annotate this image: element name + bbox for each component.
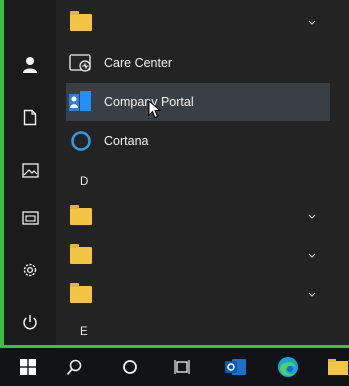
app-care-center[interactable]: Care Center <box>66 44 330 82</box>
folder-icon <box>68 203 94 229</box>
app-list: Care Center Company Portal Cortana D E <box>56 0 349 345</box>
file-explorer-taskbar-button[interactable] <box>316 348 349 386</box>
settings-button[interactable] <box>4 250 56 290</box>
edge-icon <box>278 357 298 377</box>
chevron-down-icon <box>308 197 316 235</box>
file-explorer-icon <box>328 359 348 375</box>
app-folder-row[interactable] <box>66 3 330 41</box>
task-view-button[interactable] <box>160 348 204 386</box>
cortana-circle-icon <box>123 360 137 374</box>
group-letter-d[interactable]: D <box>80 176 88 188</box>
taskbar <box>0 348 349 386</box>
file-explorer-button[interactable] <box>4 197 56 237</box>
user-icon <box>23 57 37 73</box>
cortana-label: Cortana <box>104 134 149 148</box>
app-folder-row[interactable] <box>66 275 330 313</box>
file-explorer-icon <box>21 210 39 225</box>
power-icon <box>23 314 37 329</box>
cortana-icon <box>68 128 94 154</box>
company-portal-icon <box>68 89 94 115</box>
start-menu: Care Center Company Portal Cortana D E <box>0 0 349 345</box>
mouse-cursor-icon <box>148 100 161 119</box>
start-rail <box>4 0 56 345</box>
app-cortana[interactable]: Cortana <box>66 122 330 160</box>
cortana-button[interactable] <box>108 348 152 386</box>
search-button[interactable] <box>52 348 96 386</box>
chevron-down-icon <box>308 236 316 274</box>
start-button[interactable] <box>6 348 50 386</box>
edge-taskbar-button[interactable] <box>266 348 310 386</box>
settings-icon <box>23 263 37 277</box>
folder-icon <box>68 9 94 35</box>
pictures-button[interactable] <box>4 150 56 190</box>
user-account-button[interactable] <box>4 45 56 85</box>
pictures-icon <box>21 162 39 178</box>
app-company-portal[interactable]: Company Portal <box>66 83 330 121</box>
app-folder-row[interactable] <box>66 236 330 274</box>
windows-start-icon <box>20 359 36 375</box>
outlook-taskbar-button[interactable] <box>214 348 258 386</box>
task-view-icon <box>174 360 190 374</box>
care-center-label: Care Center <box>104 56 173 70</box>
app-folder-row[interactable] <box>66 197 330 235</box>
documents-icon <box>23 109 37 125</box>
group-letter-e[interactable]: E <box>80 326 88 338</box>
care-center-icon <box>68 50 94 76</box>
chevron-down-icon <box>308 275 316 313</box>
search-icon <box>66 359 82 375</box>
documents-button[interactable] <box>4 97 56 137</box>
chevron-down-icon <box>308 3 316 41</box>
power-button[interactable] <box>4 302 56 342</box>
folder-icon <box>68 242 94 268</box>
folder-icon <box>68 281 94 307</box>
outlook-icon <box>225 359 246 375</box>
